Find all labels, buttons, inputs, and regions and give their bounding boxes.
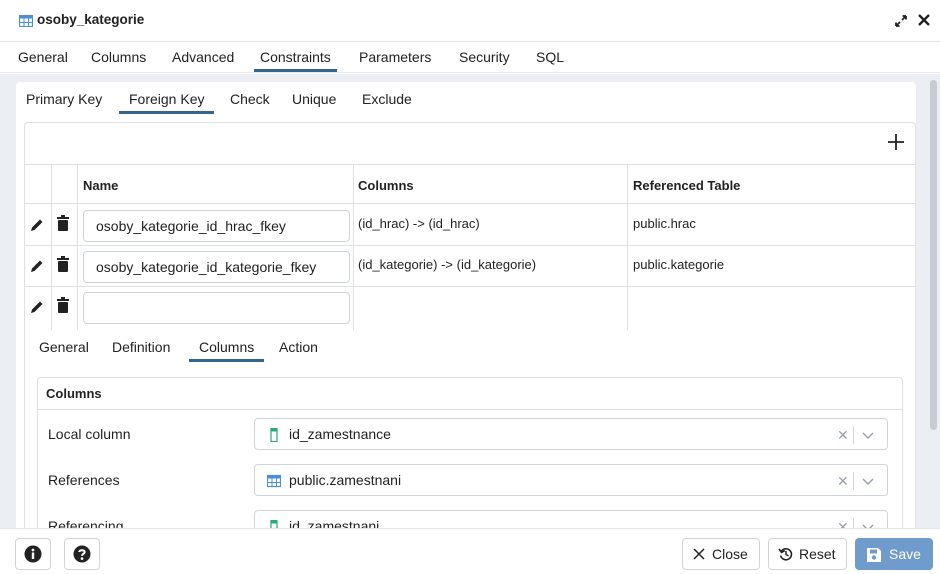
fk-columns-cell: (id_hrac) -> (id_hrac) xyxy=(358,216,480,231)
local-column-value: id_zamestnance xyxy=(289,426,391,442)
table-row: osoby_kategorie_id_kategorie_fkey (id_ka… xyxy=(25,246,915,287)
tab-foreign-key[interactable]: Foreign Key xyxy=(118,91,216,114)
plus-icon[interactable] xyxy=(885,131,907,153)
fk-referenced-table-cell: public.kategorie xyxy=(633,257,725,272)
save-icon xyxy=(867,548,881,562)
header-referenced-table: Referenced Table xyxy=(633,178,741,193)
columns-section-title: Columns xyxy=(46,386,102,401)
local-column-label: Local column xyxy=(48,426,131,442)
clear-icon[interactable]: ✕ xyxy=(837,427,849,443)
fk-referenced-table-cell: public.hrac xyxy=(633,216,696,231)
columns-section: Columns Local column id_zamestnance ✕ Re… xyxy=(37,377,903,528)
trash-icon[interactable] xyxy=(57,256,69,272)
reset-button[interactable]: Reset xyxy=(768,538,847,570)
tab-definition[interactable]: Definition xyxy=(112,339,170,355)
foreign-key-grid: Name Columns Referenced Table osoby_kate… xyxy=(24,122,916,528)
chevron-down-icon[interactable] xyxy=(861,428,875,442)
constraint-tabs: Primary Key Foreign Key Check Unique Exc… xyxy=(16,82,916,118)
clear-icon[interactable]: ✕ xyxy=(837,473,849,489)
info-button[interactable] xyxy=(15,538,51,570)
dialog-titlebar: osoby_kategorie xyxy=(0,0,940,42)
reset-icon xyxy=(778,547,793,561)
scrollbar-thumb[interactable] xyxy=(930,80,937,430)
close-button[interactable]: Close xyxy=(682,538,760,570)
column-icon xyxy=(270,428,278,442)
references-select[interactable]: public.zamestnani ✕ xyxy=(254,464,888,496)
grid-header: Name Columns Referenced Table xyxy=(25,164,915,204)
trash-icon[interactable] xyxy=(57,215,69,231)
constraints-panel: Primary Key Foreign Key Check Unique Exc… xyxy=(16,82,916,528)
expand-icon[interactable] xyxy=(893,13,909,29)
header-name: Name xyxy=(83,178,119,193)
save-button-label: Save xyxy=(889,546,921,562)
fk-columns-cell: (id_kategorie) -> (id_kategorie) xyxy=(358,257,537,272)
referencing-select[interactable]: id_zamestnani ✕ xyxy=(254,510,888,528)
dialog-title: osoby_kategorie xyxy=(37,12,145,27)
references-value: public.zamestnani xyxy=(289,472,402,488)
fk-name-field[interactable]: osoby_kategorie_id_hrac_fkey xyxy=(83,210,350,242)
chevron-down-icon[interactable] xyxy=(861,474,875,488)
references-label: References xyxy=(48,472,120,488)
tab-unique[interactable]: Unique xyxy=(292,91,336,107)
tab-constraints[interactable]: Constraints xyxy=(254,49,337,72)
tab-general[interactable]: General xyxy=(18,49,68,65)
referencing-label: Referencing xyxy=(48,518,124,528)
edit-icon[interactable] xyxy=(29,258,45,274)
edit-icon[interactable] xyxy=(29,299,45,315)
tab-primary-key[interactable]: Primary Key xyxy=(26,91,102,107)
tab-parameters[interactable]: Parameters xyxy=(359,49,431,65)
clear-icon[interactable]: ✕ xyxy=(837,519,849,528)
dialog-footer: Close Reset Save xyxy=(0,528,940,574)
close-icon[interactable] xyxy=(917,13,931,27)
main-tabs: General Columns Advanced Constraints Par… xyxy=(0,43,940,73)
fk-name-field[interactable] xyxy=(83,292,350,324)
tab-columns[interactable]: Columns xyxy=(91,49,146,65)
help-button[interactable] xyxy=(64,538,100,570)
edit-icon[interactable] xyxy=(29,217,45,233)
scrollbar[interactable] xyxy=(927,74,940,528)
tab-exclude[interactable]: Exclude xyxy=(362,91,412,107)
table-icon xyxy=(267,474,281,488)
table-row: osoby_kategorie_id_hrac_fkey (id_hrac) -… xyxy=(25,205,915,246)
divider xyxy=(38,409,902,410)
tab-advanced[interactable]: Advanced xyxy=(172,49,234,65)
dialog-content: Primary Key Foreign Key Check Unique Exc… xyxy=(0,74,940,528)
referencing-value: id_zamestnani xyxy=(289,518,380,528)
column-icon xyxy=(270,520,278,528)
trash-icon[interactable] xyxy=(57,297,69,313)
save-button[interactable]: Save xyxy=(855,538,933,570)
table-icon xyxy=(19,15,33,27)
header-columns: Columns xyxy=(358,178,414,193)
help-icon xyxy=(73,545,91,563)
divider xyxy=(853,518,854,528)
tab-action[interactable]: Action xyxy=(279,339,318,355)
divider xyxy=(853,472,854,490)
table-row xyxy=(25,287,915,328)
tab-security[interactable]: Security xyxy=(459,49,510,65)
chevron-down-icon[interactable] xyxy=(861,520,875,528)
info-icon xyxy=(24,545,42,563)
reset-button-label: Reset xyxy=(799,546,836,562)
close-icon xyxy=(693,548,705,560)
fk-name-field[interactable]: osoby_kategorie_id_kategorie_fkey xyxy=(83,251,350,283)
fk-detail-panel: General Definition Columns Action Column… xyxy=(25,331,915,528)
local-column-select[interactable]: id_zamestnance ✕ xyxy=(254,418,888,450)
tab-check[interactable]: Check xyxy=(230,91,270,107)
close-button-label: Close xyxy=(712,546,748,562)
tab-sql[interactable]: SQL xyxy=(536,49,564,65)
divider xyxy=(853,426,854,444)
tab-detail-general[interactable]: General xyxy=(39,339,89,355)
tab-detail-columns[interactable]: Columns xyxy=(188,339,265,362)
